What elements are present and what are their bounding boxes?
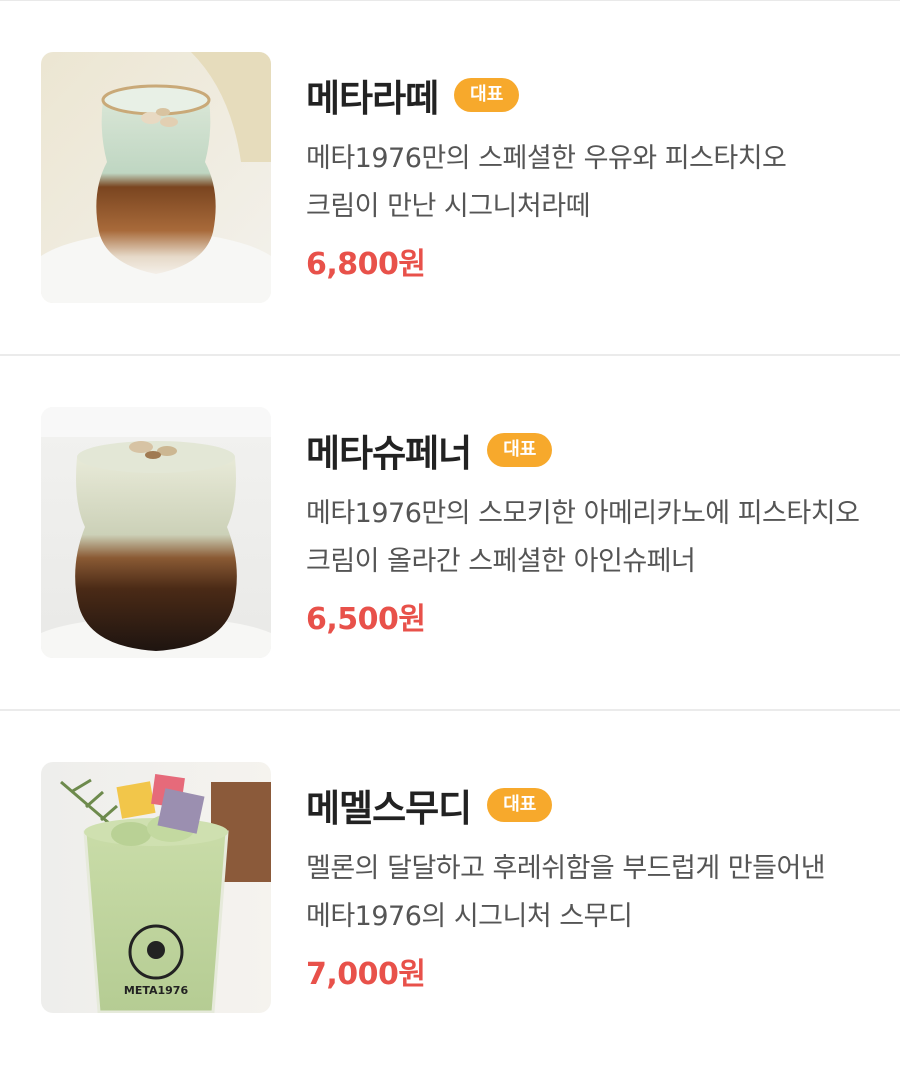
menu-item-name: 메타슈페너 [306, 432, 472, 475]
einspanner-photo [41, 407, 271, 658]
cup-logo-text: META1976 [124, 984, 189, 997]
signature-badge: 대표 [487, 433, 553, 467]
menu-item-photo[interactable] [41, 52, 271, 303]
smoothie-photo: META1976 [41, 762, 271, 1013]
signature-badge: 대표 [454, 78, 520, 112]
menu-item-price: 6,500원 [306, 602, 426, 637]
latte-photo [41, 52, 271, 303]
menu-item-name: 메타라떼 [306, 77, 439, 120]
menu-item-melon-smoothie[interactable]: META1976 메멜스무디 대표 멜론의 달달하고 후레쉬함을 부드럽게 만들… [0, 710, 900, 1065]
menu-item-photo[interactable]: META1976 [41, 762, 271, 1013]
menu-item-meta-einspanner[interactable]: 메타슈페너 대표 메타1976만의 스모키한 아메리카노에 피스타치오 크림이 … [0, 355, 900, 710]
menu-item-price: 7,000원 [306, 957, 426, 992]
menu-item-name: 메멜스무디 [306, 787, 472, 830]
menu-item-description: 멜론의 달달하고 후레쉬함을 부드럽게 만들어낸 메타1976의 시그니처 스무… [306, 853, 826, 932]
menu-item-description: 메타1976만의 스페셜한 우유와 피스타치오 크림이 만난 시그니처라떼 [306, 143, 787, 222]
menu-item-description: 메타1976만의 스모키한 아메리카노에 피스타치오 크림이 올라간 스페셜한 … [306, 498, 860, 577]
menu-item-price: 6,800원 [306, 247, 426, 282]
signature-badge: 대표 [487, 788, 553, 822]
menu-item-meta-latte[interactable]: 메타라떼 대표 메타1976만의 스페셜한 우유와 피스타치오 크림이 만난 시… [0, 0, 900, 355]
menu-item-photo[interactable] [41, 407, 271, 658]
